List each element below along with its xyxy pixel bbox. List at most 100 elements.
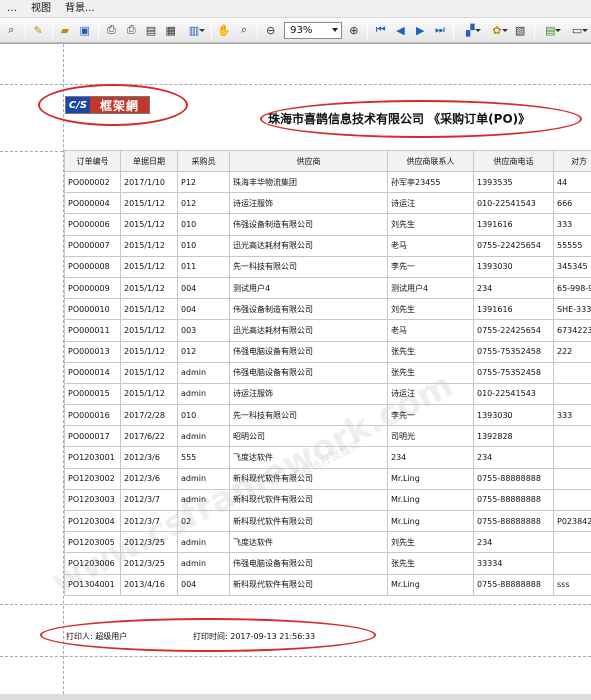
table-cell <box>553 552 591 575</box>
open-icon[interactable]: ▰ <box>56 21 75 40</box>
purchase-order-table: 订单编号 单据日期 采购员 供应商 供应商联系人 供应商电话 对方 PO000002 2017… <box>64 150 591 596</box>
first-page-icon[interactable]: ⏮ <box>371 21 390 40</box>
page-color-icon[interactable]: ▞ <box>457 21 483 40</box>
table-cell: 345345 <box>553 255 591 278</box>
table-cell: 2012/3/6 <box>120 446 178 469</box>
table-cell: 234 <box>473 276 554 300</box>
title-highlight-ellipse <box>260 100 582 138</box>
table-cell: PO000014 <box>64 361 121 384</box>
table-cell: 2012/3/7 <box>120 509 178 533</box>
toolbar-separator <box>257 22 259 38</box>
table-cell: admin <box>177 531 230 554</box>
table-cell: 李先一 <box>387 404 474 427</box>
scale-icon[interactable]: ▦ <box>161 21 180 40</box>
table-cell <box>553 361 591 384</box>
table-cell <box>553 425 591 448</box>
next-page-icon[interactable]: ▶ <box>411 21 430 40</box>
table-cell: admin <box>177 488 230 512</box>
more-icon[interactable]: ▭ <box>564 21 590 40</box>
table-cell: 诗运汪服饰 <box>229 382 388 406</box>
table-cell: 先一科技有限公司 <box>229 255 388 278</box>
table-row: PO1203003 2012/3/7 admin 新科现代软件有限公司 Mr.Ling 0… <box>64 488 591 512</box>
zoom-out-icon[interactable]: ⊖ <box>261 21 280 40</box>
menu-item-overflow[interactable]: … <box>0 0 24 18</box>
table-row: PO000011 2015/1/12 003 迅光高达耗材有限公司 老马 0755-224… <box>64 319 591 342</box>
table-cell: 司明光 <box>387 425 474 448</box>
zoom-in-icon[interactable]: ⊕ <box>345 21 364 40</box>
menu-item-background[interactable]: 背景... <box>58 0 102 18</box>
last-page-icon[interactable]: ⏭ <box>431 21 450 40</box>
magnifier-icon[interactable]: ⌕ <box>235 21 254 40</box>
multiple-pages-icon[interactable]: ▥ <box>181 21 207 40</box>
table-cell: 003 <box>177 319 230 342</box>
customize-icon[interactable]: ✎ <box>29 21 48 40</box>
table-row: PO1203004 2012/3/7 02 新科现代软件有限公司 Mr.Ling 0755… <box>64 509 591 533</box>
table-cell: 2015/1/12 <box>120 192 178 215</box>
logo-highlight-ellipse <box>38 84 188 126</box>
table-cell: 张先生 <box>387 361 474 384</box>
table-cell: sss <box>553 573 591 596</box>
table-cell: 诗运汪 <box>387 382 474 406</box>
find-icon[interactable]: ⌕ <box>2 21 21 40</box>
toolbar-separator <box>533 22 535 38</box>
table-row: PO000017 2017/6/22 admin 昭明公司 司明光 1392828 <box>64 425 591 448</box>
table-cell: 55555 <box>553 234 591 257</box>
hand-tool-icon[interactable]: ✋ <box>215 21 234 40</box>
table-cell: 2015/1/12 <box>120 298 178 321</box>
watermark-icon[interactable]: ✿ <box>484 21 510 40</box>
table-cell: PO000016 <box>64 404 121 427</box>
table-cell <box>553 382 591 406</box>
table-row: PO000014 2015/1/12 admin 伟强电脑设备有限公司 张先生 0755-… <box>64 361 591 384</box>
send-icon[interactable]: ▤ <box>538 21 564 40</box>
table-cell: PO000006 <box>64 213 121 236</box>
table-cell: PO000002 <box>64 170 121 194</box>
table-cell: 刘先生 <box>387 298 474 321</box>
quick-print-icon[interactable]: ⎙ <box>122 21 141 40</box>
table-cell: PO000015 <box>64 382 121 406</box>
table-cell: PO1203005 <box>64 531 121 554</box>
table-cell: 珠海丰华物流集团 <box>229 170 388 194</box>
page-setup-icon[interactable]: ▤ <box>142 21 161 40</box>
column-header: 对方 <box>553 150 591 172</box>
table-cell: 234 <box>387 446 474 469</box>
table-cell: Mr.Ling <box>387 467 474 490</box>
table-cell: 222 <box>553 340 591 363</box>
table-cell: 刘先生 <box>387 531 474 554</box>
previous-page-icon[interactable]: ◀ <box>391 21 410 40</box>
table-cell: 44 <box>553 170 591 194</box>
table-cell: 老马 <box>387 319 474 342</box>
menu-item-view[interactable]: 视图 <box>24 0 58 18</box>
table-row: PO000006 2015/1/12 010 伟强设备制造有限公司 刘先生 1391616… <box>64 213 591 236</box>
toolbar-separator <box>51 22 53 38</box>
print-dialog-icon[interactable]: ⎙ <box>102 21 121 40</box>
table-cell: 2015/1/12 <box>120 234 178 257</box>
export-icon[interactable]: ▧ <box>511 21 530 40</box>
toolbar-separator <box>24 22 26 38</box>
table-row: PO1203002 2012/3/6 admin 新科现代软件有限公司 Mr.Ling 0… <box>64 467 591 490</box>
table-cell <box>553 488 591 512</box>
table-cell: admin <box>177 361 230 384</box>
table-cell: 昭明公司 <box>229 425 388 448</box>
report-page: C/S 框架網 珠海市喜鹊信息技术有限公司 《采购订单(PO)》 www.csf… <box>0 44 591 694</box>
table-cell: 1393030 <box>473 255 554 278</box>
table-cell: PO1203003 <box>64 488 121 512</box>
table-cell: admin <box>177 425 230 448</box>
table-cell: 2012/3/7 <box>120 488 178 512</box>
table-row: PO000010 2015/1/12 004 伟强设备制造有限公司 刘先生 1391616… <box>64 298 591 321</box>
zoom-dropdown[interactable]: 93% <box>284 21 342 39</box>
table-cell: 010 <box>177 234 230 257</box>
table-cell: 迅光高达耗材有限公司 <box>229 234 388 257</box>
table-cell: Mr.Ling <box>387 488 474 512</box>
table-cell: admin <box>177 382 230 406</box>
table-cell: 伟强电脑设备有限公司 <box>229 340 388 363</box>
table-cell: 2015/1/12 <box>120 319 178 342</box>
table-cell: 伟强设备制造有限公司 <box>229 213 388 236</box>
table-cell: 004 <box>177 298 230 321</box>
save-icon[interactable]: ▣ <box>75 21 94 40</box>
table-cell: 333 <box>553 404 591 427</box>
table-cell: 新科现代软件有限公司 <box>229 509 388 533</box>
table-cell: 012 <box>177 340 230 363</box>
table-cell: PO1203004 <box>64 509 121 533</box>
table-cell: 伟强电脑设备有限公司 <box>229 361 388 384</box>
table-cell: 迅光高达耗材有限公司 <box>229 319 388 342</box>
